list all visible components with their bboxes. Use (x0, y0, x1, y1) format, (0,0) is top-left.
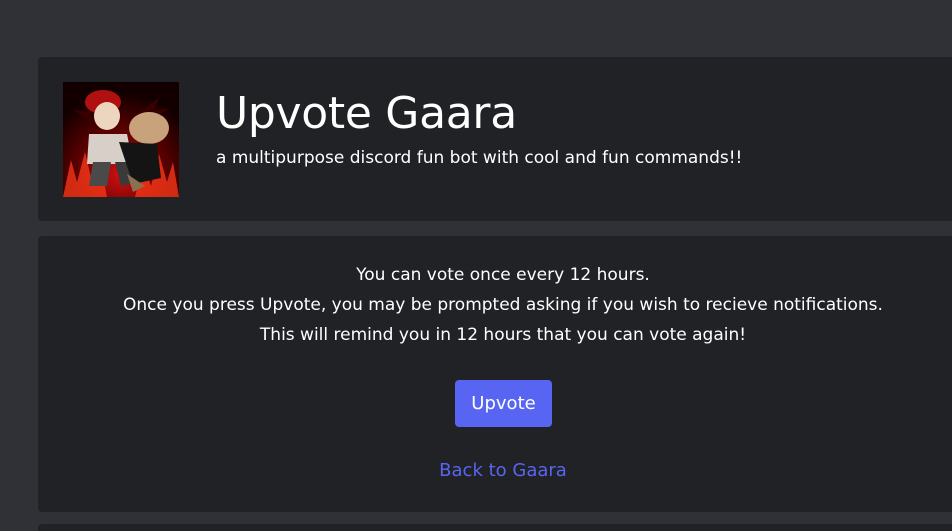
bot-avatar-image (63, 82, 179, 197)
bot-avatar (63, 82, 179, 197)
back-to-bot-link[interactable]: Back to Gaara (38, 458, 952, 484)
page: Upvote Gaara a multipurpose discord fun … (0, 0, 952, 531)
vote-info-line-3: This will remind you in 12 hours that yo… (259, 325, 747, 345)
vote-card: You can vote once every 12 hours. Once y… (38, 236, 952, 512)
bot-header-card: Upvote Gaara a multipurpose discord fun … (38, 57, 952, 221)
vote-info-line-1: You can vote once every 12 hours. (356, 265, 650, 285)
bot-description: a multipurpose discord fun bot with cool… (216, 148, 743, 168)
page-title: Upvote Gaara (216, 88, 517, 139)
bot-title-block: Upvote Gaara a multipurpose discord fun … (216, 87, 742, 169)
vote-info-line-2: Once you press Upvote, you may be prompt… (123, 295, 883, 315)
upvote-button[interactable]: Upvote (455, 380, 552, 427)
vote-info-text: You can vote once every 12 hours. Once y… (38, 260, 952, 350)
lower-card (38, 524, 952, 531)
